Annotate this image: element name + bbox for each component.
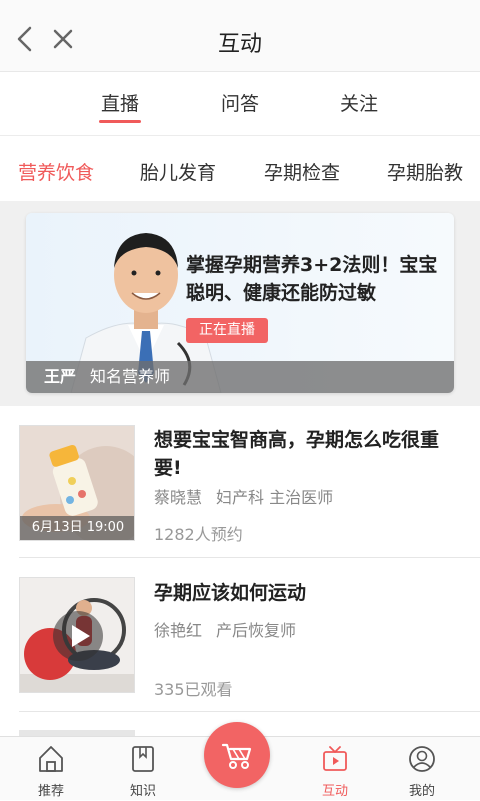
featured-section: 掌握孕期营养3+2法则！宝宝聪明、健康还能防过敏 正在直播 王严 知名营养师 (0, 201, 480, 406)
item-doctor-name: 蔡晓慧 (154, 488, 203, 507)
category-pregnancy-checkup[interactable]: 孕期检查 (264, 158, 340, 185)
home-icon (39, 746, 63, 772)
live-status-badge: 正在直播 (186, 318, 268, 343)
item-time-label: 6月13日 19:00 (20, 516, 134, 540)
featured-doctor-info: 王严 知名营养师 (26, 361, 454, 393)
category-bar: 营养饮食 胎儿发育 孕期检查 孕期胎教 (0, 137, 480, 201)
tv-icon (323, 746, 347, 771)
book-icon (132, 746, 154, 772)
tabbar-label: 互动 (321, 784, 348, 799)
item-title: 想要宝宝智商高，孕期怎么吃很重要! (154, 429, 440, 479)
item-view-count: 335已观看 (154, 680, 233, 699)
profile-icon (409, 746, 435, 772)
item-doctor-name: 徐艳红 (154, 621, 203, 640)
item-doctor-info: 蔡晓慧 妇产科 主治医师 (154, 484, 333, 508)
list-divider (19, 711, 480, 712)
featured-doctor-title: 知名营养师 (90, 367, 171, 386)
list-item[interactable]: 6月13日 19:00 想要宝宝智商高，孕期怎么吃很重要! 蔡晓慧 妇产科 主治医… (0, 406, 480, 556)
item-doctor-title: 产后恢复师 (216, 621, 297, 640)
item-thumbnail-image (19, 577, 135, 693)
tabbar-item-profile[interactable]: 我的 (374, 737, 470, 801)
featured-doctor-name: 王严 (44, 367, 77, 386)
top-navigation-bar: 互动 (0, 0, 480, 72)
item-reservation-count: 1282人预约 (154, 525, 243, 544)
stroller-icon (221, 743, 252, 769)
play-icon (72, 625, 90, 647)
tabbar-item-recommend[interactable]: 推荐 (3, 737, 99, 801)
item-doctor-title: 妇产科 主治医师 (216, 488, 334, 507)
play-button[interactable] (53, 611, 103, 661)
category-nutrition[interactable]: 营养饮食 (18, 158, 94, 185)
featured-title: 掌握孕期营养3+2法则！宝宝聪明、健康还能防过敏 (186, 254, 438, 304)
tabbar-label: 知识 (129, 784, 156, 799)
list-item[interactable]: 孕期应该如何运动 徐艳红 产后恢复师 335已观看 (0, 558, 480, 710)
content-tabs: 直播 问答 关注 (0, 72, 480, 136)
page-title: 互动 (217, 32, 262, 57)
featured-live-card[interactable]: 掌握孕期营养3+2法则！宝宝聪明、健康还能防过敏 正在直播 王严 知名营养师 (26, 213, 454, 393)
tab-qa[interactable]: 问答 (221, 89, 259, 116)
tabbar-item-interaction[interactable]: 互动 (287, 737, 383, 801)
tabbar-item-knowledge[interactable]: 知识 (95, 737, 191, 801)
tab-live[interactable]: 直播 (98, 89, 142, 123)
item-title: 孕期应该如何运动 (154, 582, 307, 604)
category-fetal-development[interactable]: 胎儿发育 (140, 158, 216, 185)
tabbar-label: 推荐 (37, 784, 64, 799)
item-thumbnail-image: 6月13日 19:00 (19, 425, 135, 541)
tab-follow[interactable]: 关注 (340, 89, 378, 116)
tabbar-label: 我的 (408, 784, 435, 799)
category-prenatal-education[interactable]: 孕期胎教 (387, 158, 463, 185)
center-action-button[interactable] (204, 722, 270, 788)
item-doctor-info: 徐艳红 产后恢复师 (154, 617, 296, 641)
